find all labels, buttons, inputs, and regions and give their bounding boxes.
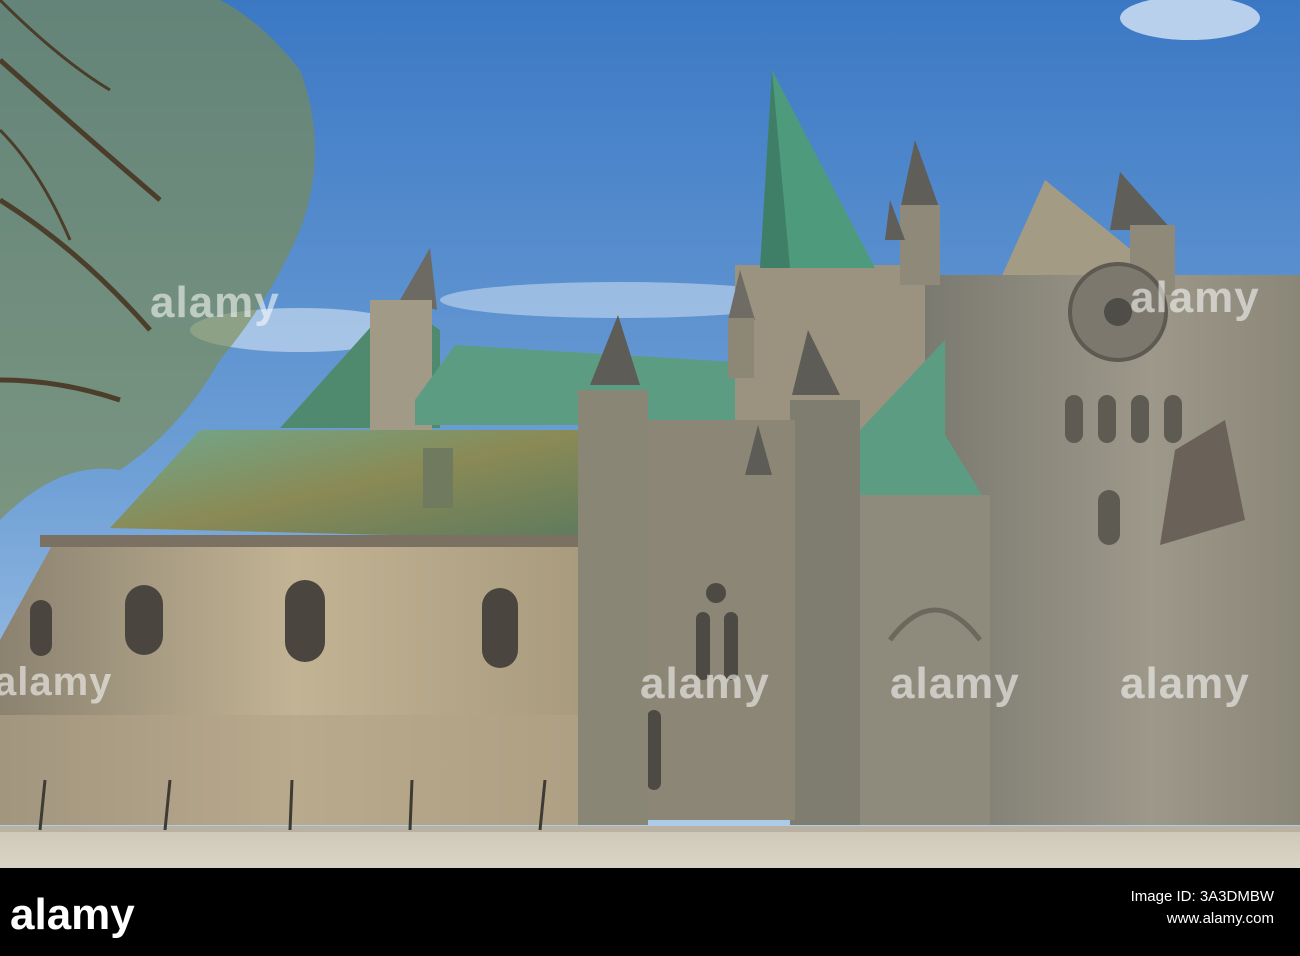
curb (0, 826, 1300, 832)
site-url-text: www.alamy.com (1166, 910, 1274, 927)
watermark-right: alamy (1130, 273, 1260, 322)
apse-plinth (0, 715, 590, 825)
tower-pinnacle-base (728, 318, 754, 378)
brand-logo: alamy (10, 890, 135, 939)
watermark-top: alamy (150, 278, 280, 327)
watermark-mid-right: alamy (890, 659, 1020, 708)
apse-cornice (40, 535, 590, 547)
image-id-text: Image ID: 3A3DMBW (1130, 888, 1274, 905)
watermark-bottom-right: alamy (1120, 659, 1250, 708)
west-turret-1 (900, 205, 940, 285)
watermark-footer: alamy Image ID: 3A3DMBW www.alamy.com (0, 868, 1300, 956)
roof-dormer (423, 448, 453, 508)
porch (640, 420, 795, 820)
stair-tower (578, 390, 648, 825)
watermark-center: alamy (640, 659, 770, 708)
buttress-tower (790, 400, 860, 825)
road (0, 828, 1300, 868)
rose-window-center (1104, 298, 1132, 326)
watermark-left: alamy (0, 660, 113, 704)
cathedral-photo (0, 0, 1300, 868)
